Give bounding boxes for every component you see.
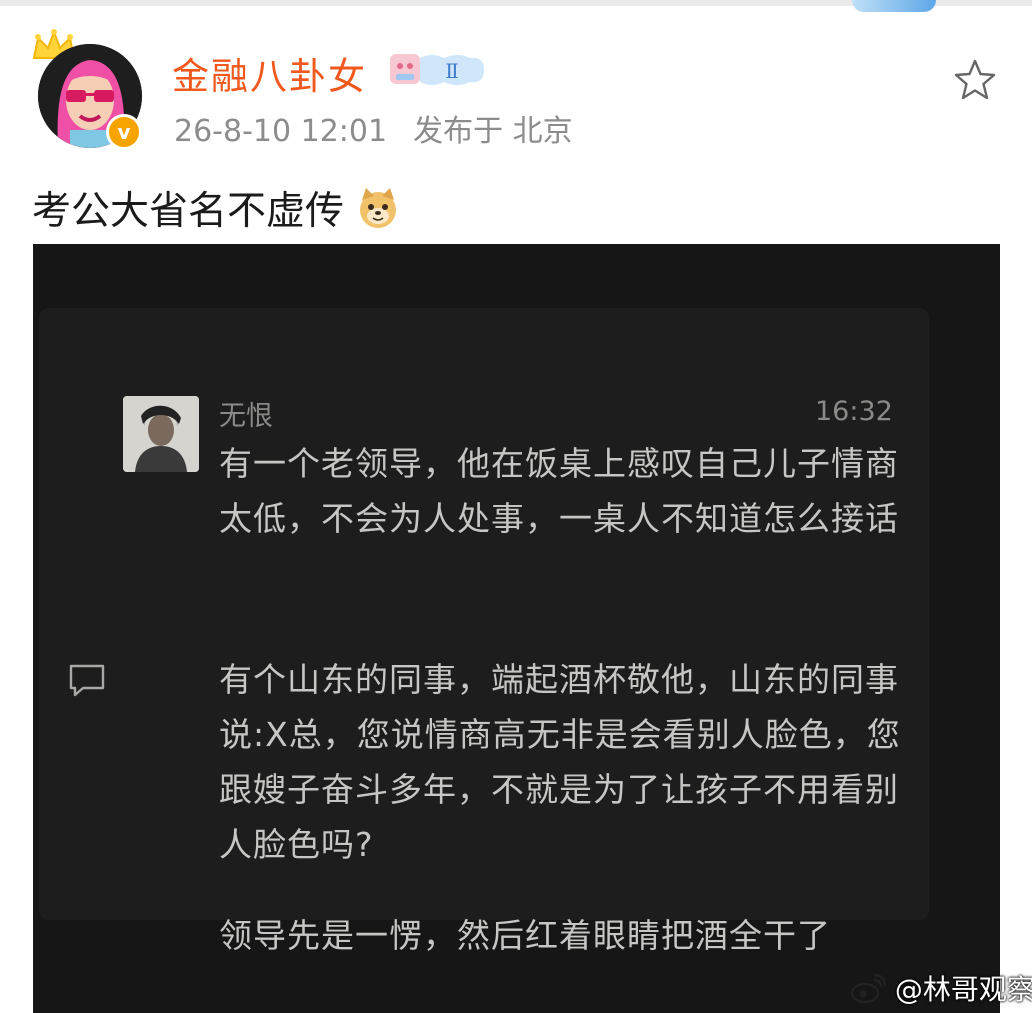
message-time: 16:32 [815, 396, 893, 427]
post-timestamp: 26-8-10 12:01 [174, 114, 388, 149]
embedded-screenshot[interactable]: 无恨 16:32 有一个老领导，他在饭桌上感叹自己儿子情商太低，不会为人处事，一… [33, 244, 1000, 1013]
watermark: @林哥观察 [850, 968, 1032, 1008]
sender-avatar [123, 396, 199, 472]
top-decoration [852, 0, 936, 12]
doge-emoji-icon [360, 188, 397, 228]
comment-icon[interactable] [67, 662, 107, 698]
message-paragraph-3: 领导先是一愣，然后红着眼睛把酒全干了 [219, 916, 831, 955]
level-badge-label: Ⅱ [445, 59, 459, 83]
message-card: 无恨 16:32 有一个老领导，他在饭桌上感叹自己儿子情商太低，不会为人处事，一… [39, 308, 929, 955]
watermark-handle: @林哥观察 [894, 973, 1032, 1006]
author-avatar-container[interactable]: v [30, 28, 145, 153]
post-text-content: 考公大省名不虚传 [32, 189, 345, 234]
verified-badge-icon: v [106, 114, 142, 150]
star-icon[interactable] [952, 57, 998, 103]
message-paragraph-2: 有个山东的同事，端起酒杯敬他，山东的同事说:X总，您说情商高无非是会看别人脸色，… [219, 660, 901, 864]
post-meta: 26-8-10 12:01 发布于 北京 [174, 106, 573, 150]
sender-name: 无恨 [219, 401, 273, 432]
sender-avatar-photo [123, 396, 199, 472]
post-text: 考公大省名不虚传 [32, 180, 400, 236]
author-name[interactable]: 金融八卦女 [172, 46, 367, 100]
level-badge[interactable]: Ⅱ [388, 50, 488, 90]
post-location: 发布于 北京 [413, 114, 573, 149]
weibo-logo-icon [850, 974, 886, 1004]
message-paragraph-1: 有一个老领导，他在饭桌上感叹自己儿子情商太低，不会为人处事，一桌人不知道怎么接话 [219, 444, 899, 538]
